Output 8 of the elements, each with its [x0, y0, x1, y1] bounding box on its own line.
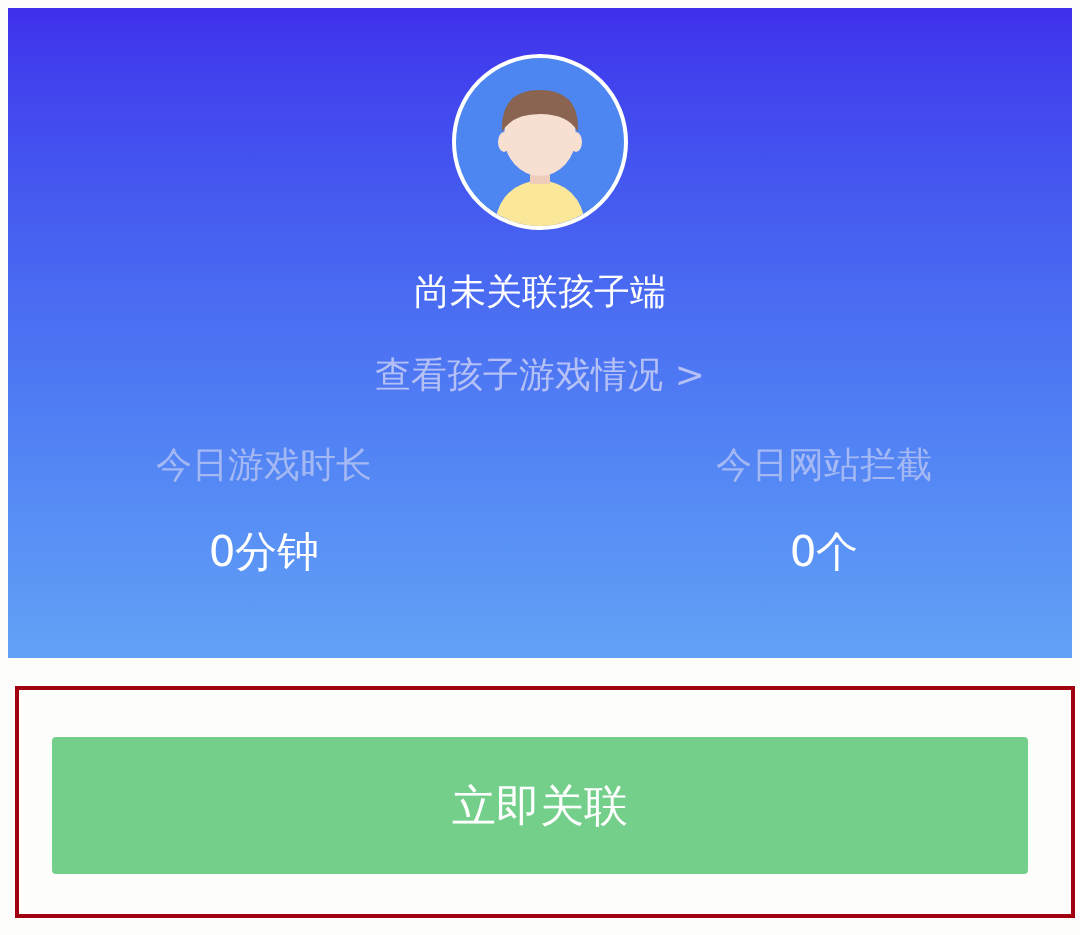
- status-text: 尚未关联孩子端: [414, 270, 666, 314]
- stat-label: 今日网站拦截: [716, 443, 932, 487]
- stat-label: 今日游戏时长: [156, 443, 372, 487]
- stat-value: 0个: [789, 527, 859, 577]
- stat-value: 0分钟: [208, 527, 320, 577]
- link-now-button[interactable]: 立即关联: [52, 737, 1028, 874]
- view-games-link[interactable]: 查看孩子游戏情况 >: [375, 353, 705, 397]
- avatar-icon: [450, 52, 630, 232]
